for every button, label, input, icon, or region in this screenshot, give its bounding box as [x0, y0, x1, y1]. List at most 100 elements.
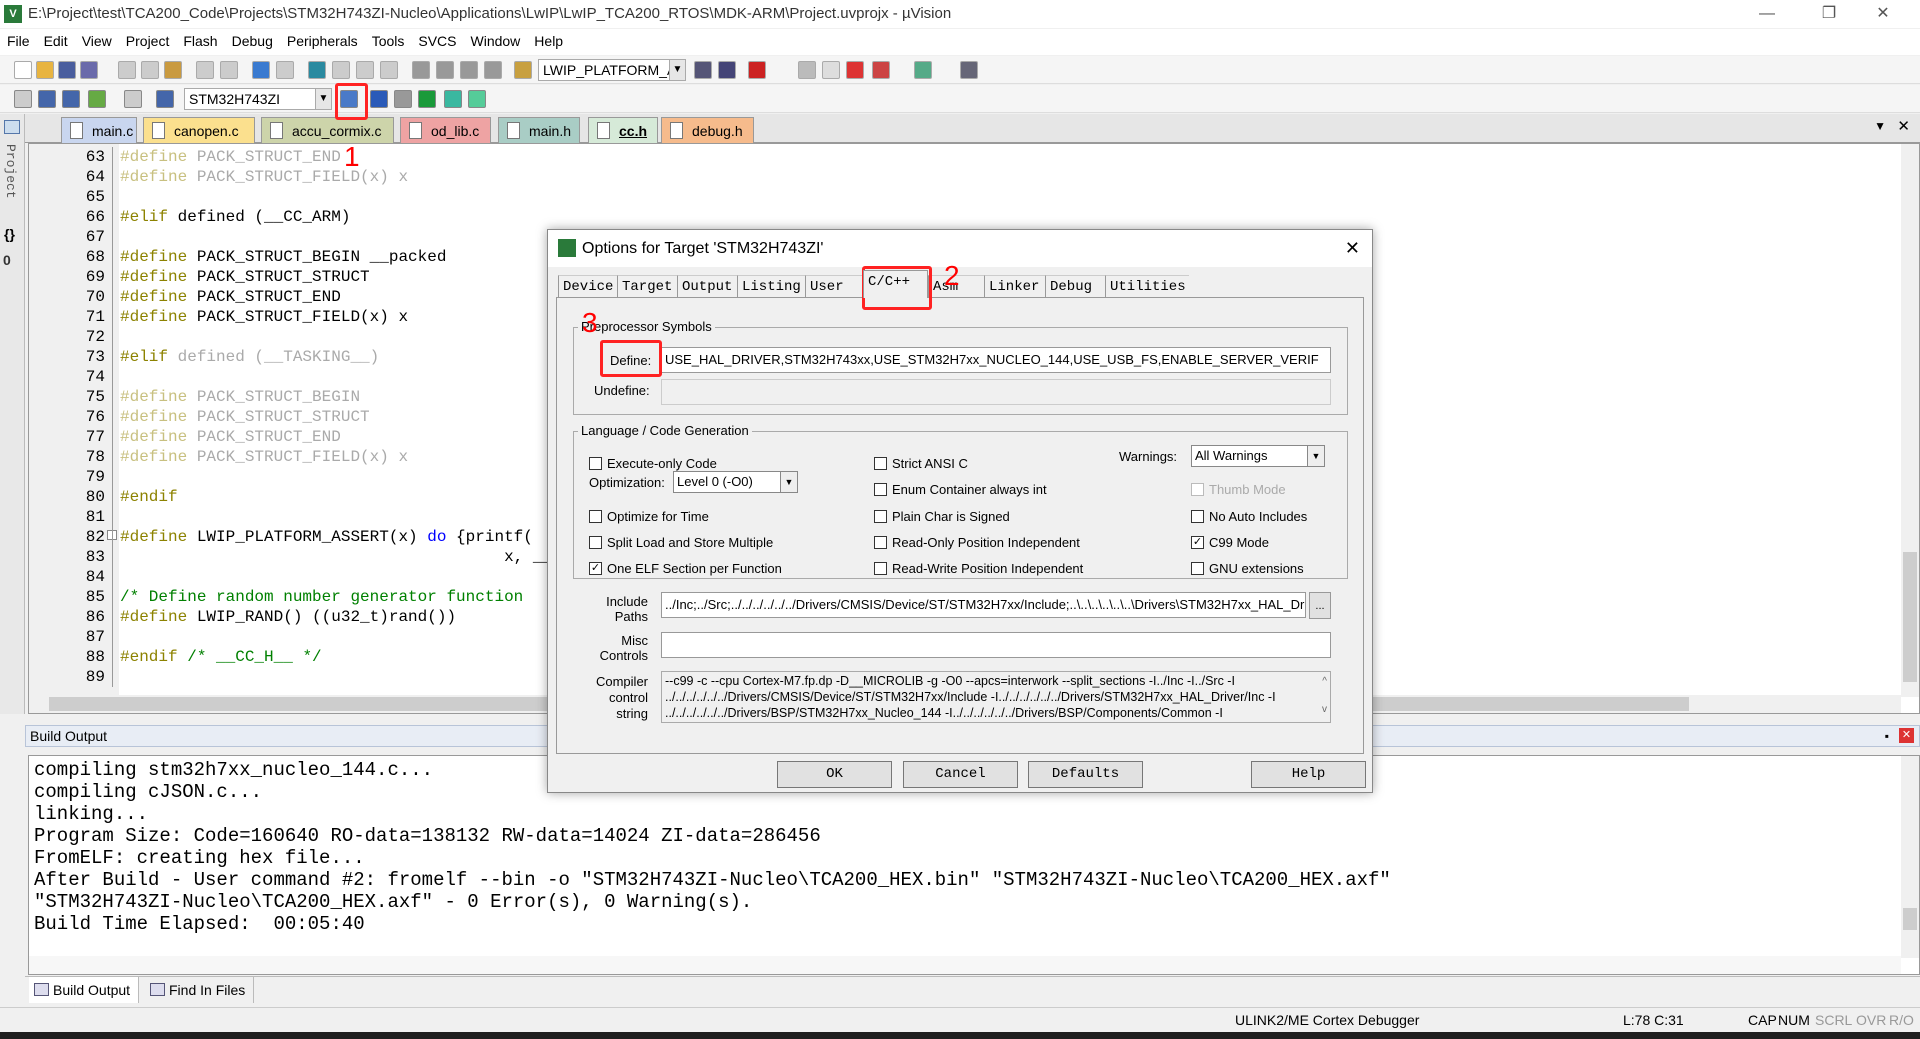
define-input[interactable]: USE_HAL_DRIVER,STM32H743xx,USE_STM32H7xx…	[661, 347, 1331, 373]
incremental-find-icon[interactable]	[694, 61, 712, 79]
build-output-scrollbar[interactable]	[1901, 756, 1919, 958]
tab-listing[interactable]: Listing	[737, 275, 805, 298]
gnu-extensions-label[interactable]: GNU extensions	[1209, 561, 1304, 576]
execute-only-code-label[interactable]: Execute-only Code	[607, 456, 717, 471]
find-in-files-icon[interactable]	[514, 61, 532, 79]
navigate-forward-icon[interactable]	[276, 61, 294, 79]
include-paths-input[interactable]: ../Inc;../Src;../../../../../../Drivers/…	[661, 592, 1306, 618]
indent-icon[interactable]	[412, 61, 430, 79]
target-combo[interactable]: STM32H743ZI ▼	[184, 88, 332, 110]
c99-mode-checkbox[interactable]: ✓	[1191, 536, 1204, 549]
read-only-position-independent-label[interactable]: Read-Only Position Independent	[892, 535, 1080, 550]
zoom-debug-icon[interactable]	[748, 61, 766, 79]
strict-ansi-c-label[interactable]: Strict ANSI C	[892, 456, 968, 471]
undo-icon[interactable]	[196, 61, 214, 79]
plain-char-is-signed-label[interactable]: Plain Char is Signed	[892, 509, 1010, 524]
menu-svcs[interactable]: SVCS	[411, 29, 463, 55]
scroll-down-icon[interactable]: v	[1322, 702, 1327, 718]
menu-project[interactable]: Project	[119, 29, 177, 55]
enum-container-always-int-checkbox[interactable]	[874, 483, 887, 496]
tab-output[interactable]: Output	[677, 275, 737, 298]
editor-vertical-scrollbar[interactable]	[1901, 144, 1919, 697]
gnu-extensions-checkbox[interactable]	[1191, 562, 1204, 575]
menu-window[interactable]: Window	[464, 29, 528, 55]
optimization-select[interactable]: Level 0 (-O0) ▼	[673, 471, 798, 493]
enum-container-always-int-label[interactable]: Enum Container always int	[892, 482, 1047, 497]
pack-installer-icon[interactable]	[418, 90, 436, 108]
read-only-position-independent-checkbox[interactable]	[874, 536, 887, 549]
close-tab-icon[interactable]: ✕	[1897, 117, 1910, 135]
c99-mode-label[interactable]: C99 Mode	[1209, 535, 1269, 550]
paste-icon[interactable]	[164, 61, 182, 79]
split-load-and-store-multiple-label[interactable]: Split Load and Store Multiple	[607, 535, 773, 550]
menu-file[interactable]: File	[0, 29, 37, 55]
dialog-close-button[interactable]: ✕	[1345, 230, 1360, 267]
open-file-icon[interactable]	[36, 61, 54, 79]
templates-icon[interactable]: 0	[3, 252, 11, 268]
window-layout-icon[interactable]	[914, 61, 932, 79]
compiler-control-string[interactable]: --c99 -c --cpu Cortex-M7.fp.dp -D__MICRO…	[661, 671, 1331, 723]
cancel-button[interactable]: Cancel	[903, 761, 1018, 788]
clear-bookmarks-icon[interactable]	[380, 61, 398, 79]
tab-debug[interactable]: Debug	[1045, 275, 1105, 298]
one-elf-section-per-function-label[interactable]: One ELF Section per Function	[607, 561, 782, 576]
pin-icon[interactable]: ▪	[1885, 726, 1889, 746]
optimize-for-time-label[interactable]: Optimize for Time	[607, 509, 709, 524]
scroll-thumb[interactable]	[1903, 908, 1917, 930]
bookmark-icon[interactable]	[308, 61, 326, 79]
scroll-thumb[interactable]	[1903, 552, 1917, 682]
read-write-position-independent-checkbox[interactable]	[874, 562, 887, 575]
build-output-hscrollbar[interactable]	[29, 956, 1901, 974]
one-elf-section-per-function-checkbox[interactable]: ✓	[589, 562, 602, 575]
tab-od_lib-c[interactable]: od_lib.c	[400, 117, 491, 143]
next-bookmark-icon[interactable]	[356, 61, 374, 79]
project-window-icon[interactable]	[4, 120, 20, 134]
tab-c-c-[interactable]: C/C++	[863, 270, 928, 298]
tab-linker[interactable]: Linker	[984, 275, 1045, 298]
menu-peripherals[interactable]: Peripherals	[280, 29, 365, 55]
menu-view[interactable]: View	[75, 29, 119, 55]
tab-cc-h[interactable]: cc.h	[588, 117, 658, 143]
defaults-button[interactable]: Defaults	[1028, 761, 1143, 788]
restore-button[interactable]: ❐	[1806, 0, 1852, 28]
breakpoint-icon[interactable]	[798, 61, 816, 79]
select-packs-icon[interactable]	[394, 90, 412, 108]
menu-debug[interactable]: Debug	[225, 29, 280, 55]
new-file-icon[interactable]	[14, 61, 32, 79]
manage-components-icon[interactable]	[370, 90, 388, 108]
close-panel-icon[interactable]: ✕	[1899, 728, 1914, 743]
chevron-down-icon[interactable]: ▼	[669, 60, 685, 80]
help-button[interactable]: Help	[1251, 761, 1366, 788]
warnings-select[interactable]: All Warnings ▼	[1191, 445, 1325, 467]
project-tab[interactable]: Project	[3, 144, 18, 199]
browse-include-paths-button[interactable]: ...	[1309, 592, 1331, 619]
scroll-up-icon[interactable]: ^	[1322, 674, 1327, 690]
navigate-back-icon[interactable]	[252, 61, 270, 79]
configure-icon[interactable]	[960, 61, 978, 79]
stop-build-icon[interactable]	[124, 90, 142, 108]
save-all-icon[interactable]	[80, 61, 98, 79]
close-window-button[interactable]: ✕	[1860, 0, 1906, 28]
tab-find-in-files[interactable]: Find In Files	[145, 977, 255, 1003]
read-write-position-independent-label[interactable]: Read-Write Position Independent	[892, 561, 1083, 576]
prev-bookmark-icon[interactable]	[332, 61, 350, 79]
build-icon[interactable]	[38, 90, 56, 108]
find-combo[interactable]: LWIP_PLATFORM_A: ▼	[538, 59, 686, 81]
redo-icon[interactable]	[220, 61, 238, 79]
chevron-down-icon[interactable]: ▼	[315, 89, 331, 109]
no-auto-includes-label[interactable]: No Auto Includes	[1209, 509, 1307, 524]
tab-main-h[interactable]: main.h	[498, 117, 580, 143]
tab-user[interactable]: User	[805, 275, 865, 298]
tab-target[interactable]: Target	[617, 275, 677, 298]
kill-all-breakpoints-icon[interactable]	[872, 61, 890, 79]
menu-help[interactable]: Help	[527, 29, 570, 55]
menu-flash[interactable]: Flash	[176, 29, 224, 55]
tab-canopen-c[interactable]: canopen.c	[143, 117, 255, 143]
plain-char-is-signed-checkbox[interactable]	[874, 510, 887, 523]
execute-only-code-checkbox[interactable]	[589, 457, 602, 470]
functions-icon[interactable]: {}	[4, 226, 15, 242]
no-auto-includes-checkbox[interactable]	[1191, 510, 1204, 523]
kill-breakpoints-icon[interactable]	[846, 61, 864, 79]
minimize-button[interactable]: —	[1744, 0, 1790, 28]
download-icon[interactable]	[156, 90, 174, 108]
